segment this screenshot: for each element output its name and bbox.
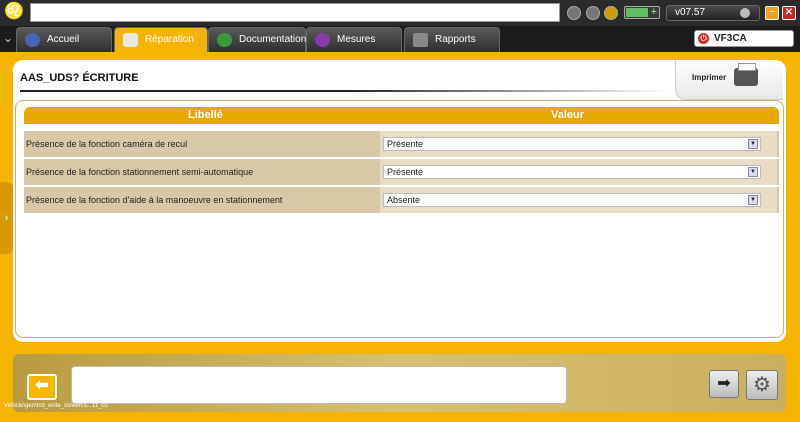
column-header-label: Libellé <box>188 109 223 121</box>
tab-label: Rapports <box>435 34 476 45</box>
help-icon[interactable] <box>586 6 600 20</box>
row-label: Présence de la fonction d'aide à la mano… <box>26 195 283 205</box>
lion-logo-icon: ♌ <box>4 3 24 20</box>
home-icon <box>25 33 40 47</box>
table-header: Libellé Valeur <box>24 107 779 124</box>
value-select[interactable]: Présente ▼ <box>383 165 761 179</box>
select-value: Présente <box>387 167 424 177</box>
sync-icon[interactable] <box>567 6 581 20</box>
screen-id: Vehicle\gen\tcd_write_screen.s...11_02 <box>4 403 108 409</box>
title-divider <box>20 90 670 92</box>
table-row: Présence de la fonction caméra de recul … <box>24 131 779 157</box>
magnifier-icon <box>123 33 138 47</box>
battery-icon: + <box>624 6 660 19</box>
close-button[interactable]: ✕ <box>782 6 796 20</box>
top-bar: ♌ + v07.57 – ✕ <box>0 0 800 26</box>
vehicle-code: VF3CA <box>714 33 747 44</box>
main-frame: › AAS_UDS? ÉCRITURE Imprimer Libellé Val… <box>0 52 800 422</box>
book-icon <box>217 33 232 47</box>
value-select[interactable]: Présente ▼ <box>383 137 761 151</box>
tab-mesures[interactable]: Mesures <box>306 27 402 52</box>
tab-label: Accueil <box>47 34 80 45</box>
column-header-value: Valeur <box>551 109 585 121</box>
tab-label: Mesures <box>337 34 376 45</box>
content-panel: AAS_UDS? ÉCRITURE Imprimer Libellé Valeu… <box>13 60 786 342</box>
tab-label: Documentation <box>239 34 307 45</box>
oscilloscope-icon <box>315 33 330 47</box>
row-label: Présence de la fonction stationnement se… <box>26 167 254 177</box>
back-button[interactable]: ⬅ <box>27 374 57 400</box>
tab-rapports[interactable]: Rapports <box>404 27 500 52</box>
settings-icon[interactable] <box>604 6 618 20</box>
value-cell: Présente ▼ <box>380 131 777 157</box>
next-button[interactable]: ➡ <box>709 370 739 398</box>
tab-accueil[interactable]: Accueil <box>16 27 112 52</box>
side-panel-toggle[interactable]: › <box>0 182 13 254</box>
table-container: Libellé Valeur Présence de la fonction c… <box>15 100 784 338</box>
report-icon <box>413 33 428 47</box>
gear-button[interactable]: ⚙ <box>746 370 778 400</box>
message-area <box>71 366 567 404</box>
value-cell: Présente ▼ <box>380 159 777 185</box>
bottom-bar: ⬅ ➡ ⚙ <box>13 354 786 412</box>
minimize-button[interactable]: – <box>765 6 779 20</box>
print-label: Imprimer <box>692 73 727 82</box>
select-value: Absente <box>387 195 421 205</box>
table-row: Présence de la fonction stationnement se… <box>24 159 779 185</box>
select-value: Présente <box>387 139 424 149</box>
power-icon: ⏻ <box>698 33 709 44</box>
dropdown-arrow-icon[interactable]: ▼ <box>748 139 758 149</box>
row-label: Présence de la fonction caméra de recul <box>26 139 188 149</box>
value-cell: Absente ▼ <box>380 187 777 213</box>
address-field[interactable] <box>30 3 560 22</box>
dropdown-arrow-icon[interactable]: ▼ <box>748 167 758 177</box>
dropdown-arrow-icon[interactable]: ▼ <box>748 195 758 205</box>
printer-icon <box>734 63 758 86</box>
tab-bar: ⌄ Accueil Réparation Documentation Mesur… <box>0 26 800 52</box>
volume-knob-icon[interactable] <box>740 8 750 18</box>
tab-documentation[interactable]: Documentation <box>208 27 306 52</box>
chevron-down-icon[interactable]: ⌄ <box>3 31 13 45</box>
value-select[interactable]: Absente ▼ <box>383 193 761 207</box>
tab-reparation[interactable]: Réparation <box>114 27 208 52</box>
tab-label: Réparation <box>145 34 194 45</box>
vehicle-code-button[interactable]: ⏻ VF3CA <box>694 30 794 47</box>
print-button[interactable]: Imprimer <box>675 60 783 100</box>
page-title: AAS_UDS? ÉCRITURE <box>20 72 139 84</box>
table-row: Présence de la fonction d'aide à la mano… <box>24 187 779 213</box>
